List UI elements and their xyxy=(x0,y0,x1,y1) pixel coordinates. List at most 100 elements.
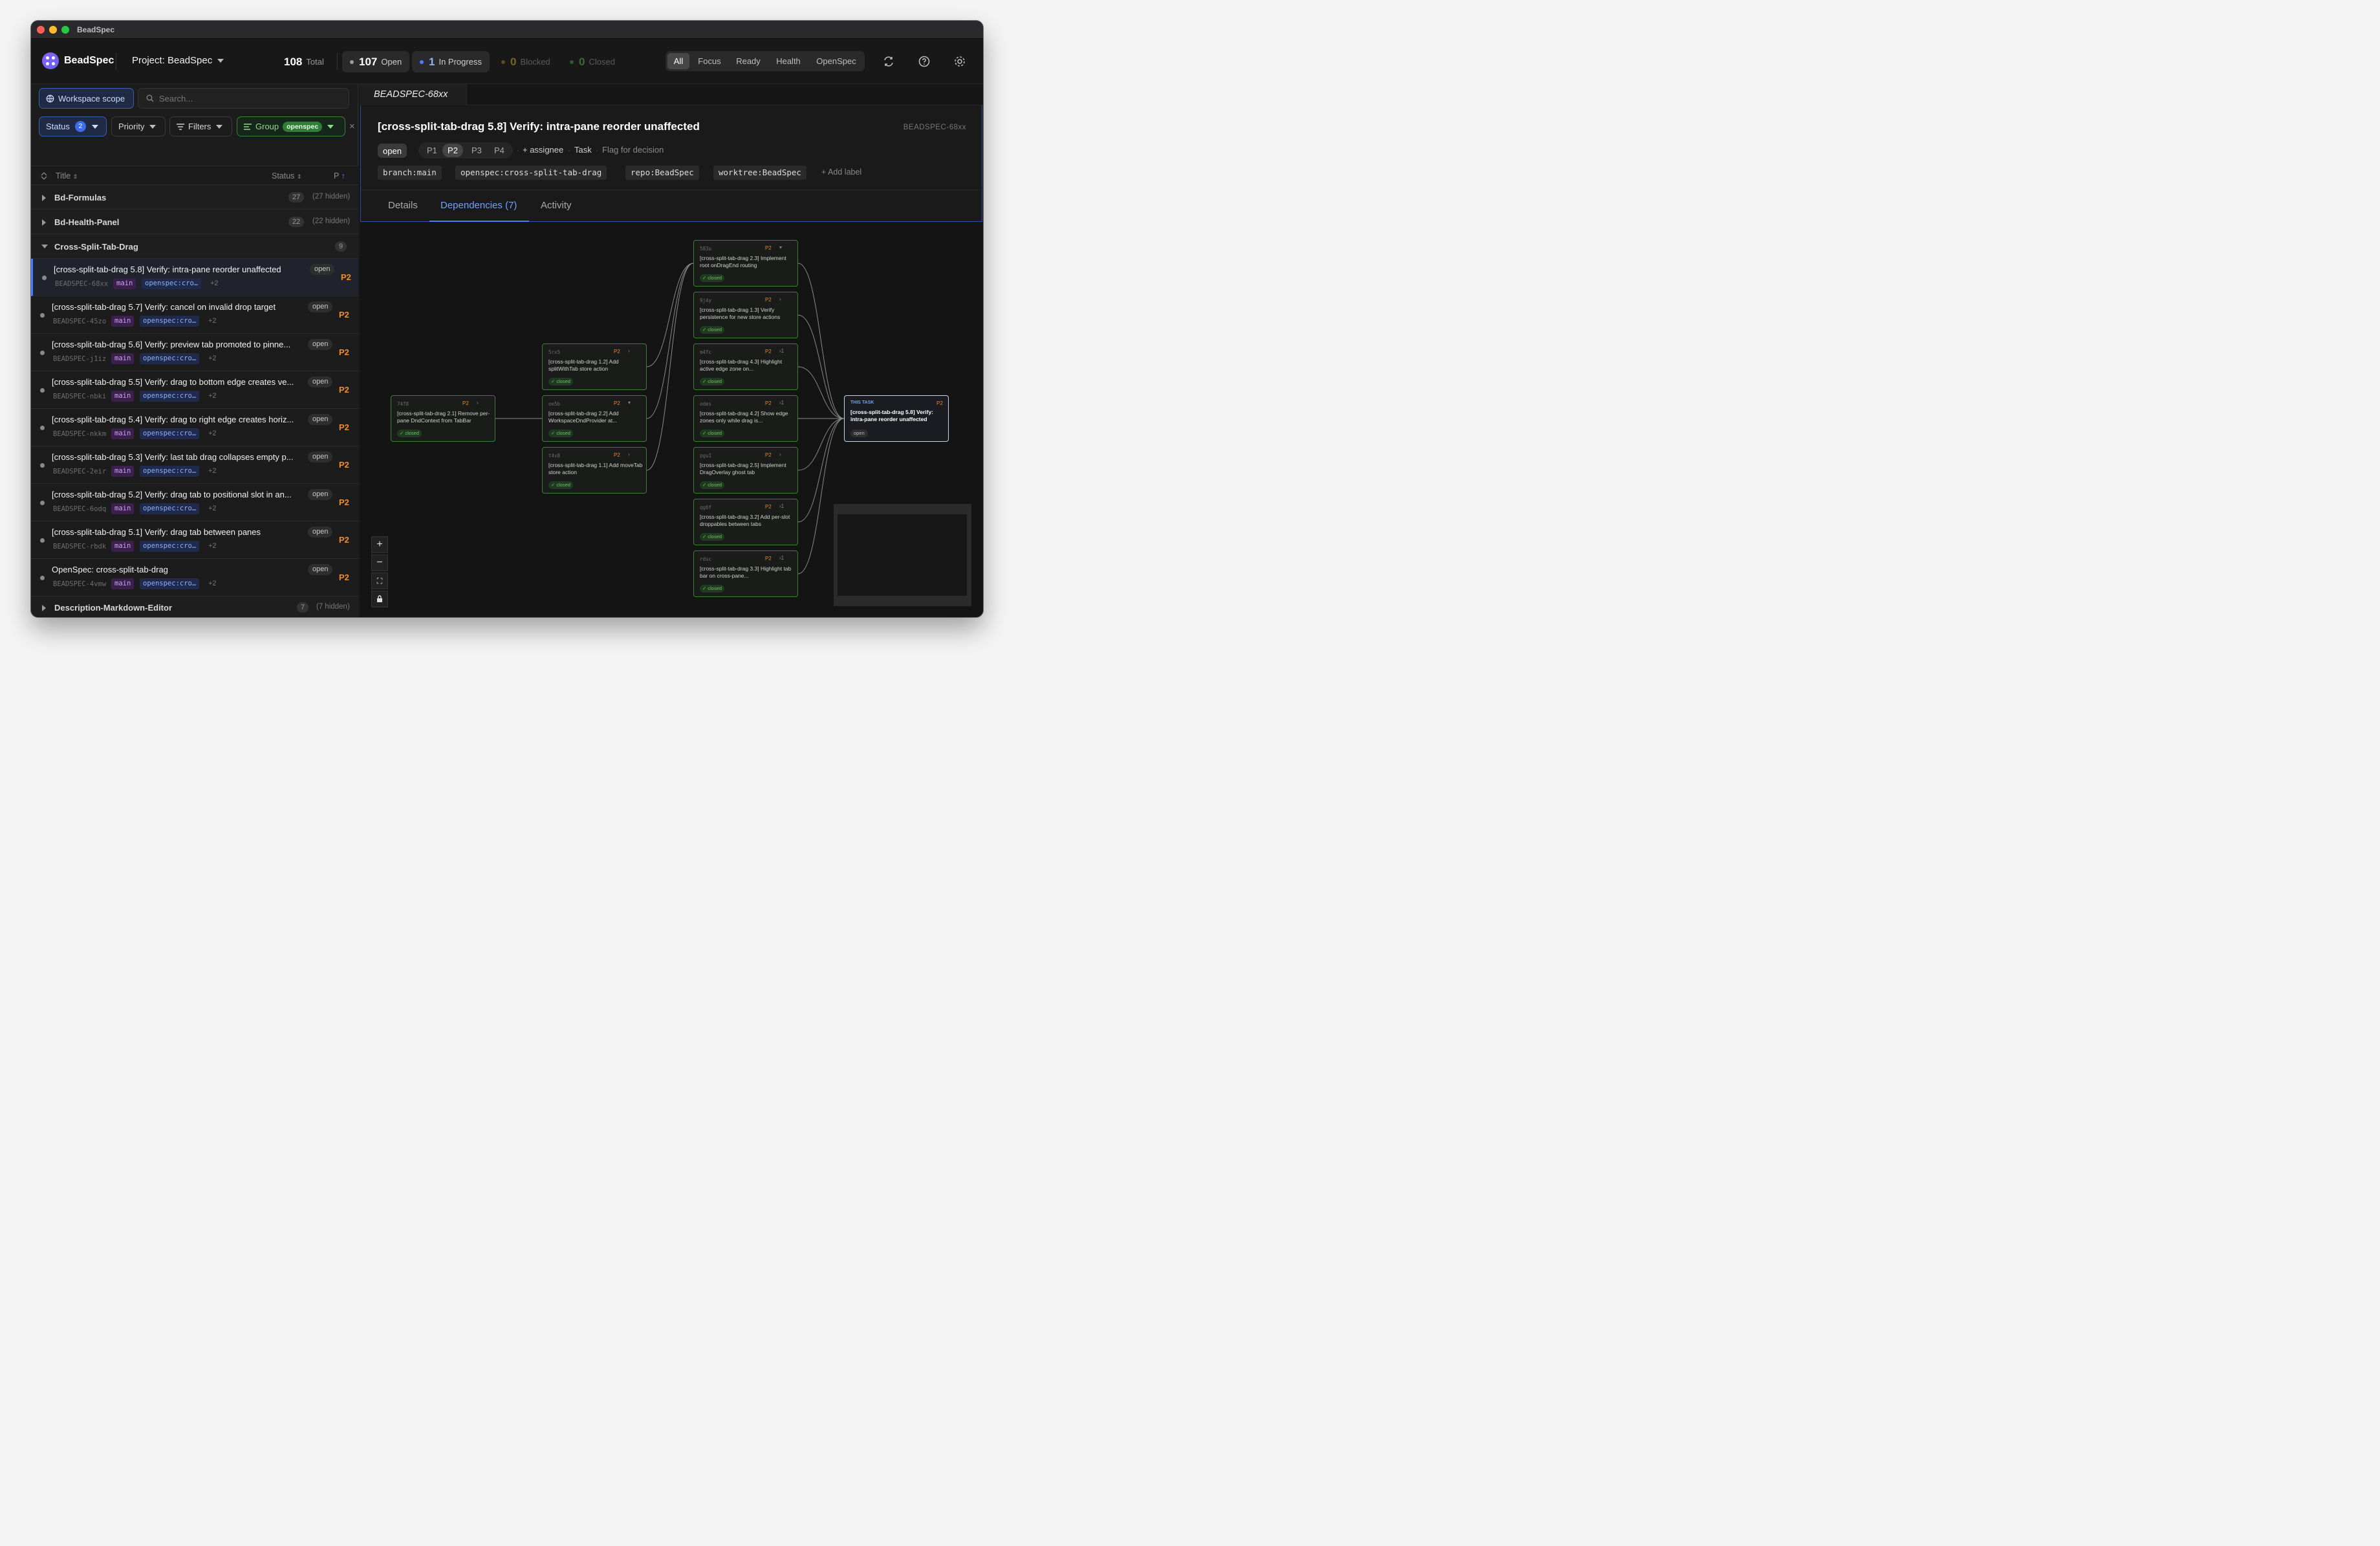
issue-row[interactable]: [cross-split-tab-drag 5.1] Verify: drag … xyxy=(31,521,358,559)
more-labels[interactable]: +2 xyxy=(210,279,219,287)
title-column-header[interactable]: Title ⇕ xyxy=(56,171,78,180)
branch-label[interactable]: main xyxy=(111,353,135,364)
group-header[interactable]: Description-Markdown-Editor 7 (7 hidden) xyxy=(31,595,358,617)
issue-row[interactable]: [cross-split-tab-drag 5.5] Verify: drag … xyxy=(31,371,358,409)
view-ready-button[interactable]: Ready xyxy=(732,53,764,69)
branch-label[interactable]: main xyxy=(111,391,135,402)
issue-row[interactable]: [cross-split-tab-drag 5.6] Verify: previ… xyxy=(31,334,358,371)
openspec-label[interactable]: openspec:cro… xyxy=(140,428,200,439)
blocked-filter-button[interactable]: 0 Blocked xyxy=(493,51,558,72)
settings-icon[interactable] xyxy=(953,54,967,69)
flag-for-decision-button[interactable]: Flag for decision xyxy=(602,145,664,155)
openspec-label[interactable]: openspec:cro… xyxy=(140,353,200,364)
view-focus-button[interactable]: Focus xyxy=(693,53,726,69)
issue-row[interactable]: [cross-split-tab-drag 5.2] Verify: drag … xyxy=(31,484,358,521)
dependency-node[interactable]: 583u P2 ▾ [cross-split-tab-drag 2.3] Implem… xyxy=(693,240,798,287)
graph-minimap[interactable] xyxy=(834,504,971,606)
expand-chevron-icon[interactable]: › xyxy=(779,452,781,457)
expand-chevron-icon[interactable]: ▾ xyxy=(628,400,631,406)
label-openspec[interactable]: openspec:cross-split-tab-drag xyxy=(455,166,607,180)
tab-details[interactable]: Details xyxy=(388,200,418,211)
dependency-node[interactable]: 74f8 P2 › [cross-split-tab-drag 2.1] Remove… xyxy=(391,395,495,442)
more-labels[interactable]: +2 xyxy=(208,505,217,512)
open-filter-button[interactable]: 107 Open xyxy=(342,51,410,72)
expand-chevron-icon[interactable]: › xyxy=(779,296,781,302)
expand-chevron-icon[interactable]: ›1 xyxy=(779,555,784,561)
priority-p4-button[interactable]: P4 xyxy=(494,146,504,155)
openspec-label[interactable]: openspec:cro… xyxy=(140,541,200,552)
priority-p3-button[interactable]: P3 xyxy=(471,146,482,155)
view-all-button[interactable]: All xyxy=(667,53,689,69)
more-labels[interactable]: +2 xyxy=(208,467,217,475)
minimize-window-button[interactable] xyxy=(49,26,57,34)
in-progress-filter-button[interactable]: 1 In Progress xyxy=(412,51,490,72)
branch-label[interactable]: main xyxy=(111,428,135,439)
issue-row[interactable]: [cross-split-tab-drag 5.8] Verify: intra… xyxy=(31,259,358,296)
priority-p2-button[interactable]: P2 xyxy=(442,144,463,157)
group-header[interactable]: Bd-Formulas 27 (27 hidden) xyxy=(31,185,358,210)
issue-row[interactable]: [cross-split-tab-drag 5.7] Verify: cance… xyxy=(31,296,358,334)
expand-chevron-icon[interactable]: ▾ xyxy=(779,245,782,250)
detail-tab[interactable]: BEADSPEC-68xx xyxy=(360,84,467,105)
branch-label[interactable]: main xyxy=(111,316,135,327)
label-repo[interactable]: repo:BeadSpec xyxy=(625,166,699,180)
dependency-node[interactable]: pgu1 P2 › [cross-split-tab-drag 2.5] Implem… xyxy=(693,447,798,494)
zoom-out-icon[interactable]: − xyxy=(371,554,388,571)
type-label[interactable]: Task xyxy=(574,145,592,155)
dependency-node[interactable]: odes P2 ›1 [cross-split-tab-drag 4.2] Show … xyxy=(693,395,798,442)
branch-label[interactable]: main xyxy=(113,278,136,289)
group-header[interactable]: Cross-Split-Tab-Drag 9 xyxy=(31,234,358,259)
more-labels[interactable]: +2 xyxy=(208,580,217,587)
more-labels[interactable]: +2 xyxy=(208,430,217,437)
group-header[interactable]: Bd-Health-Panel 22 (22 hidden) xyxy=(31,210,358,234)
branch-label[interactable]: main xyxy=(111,466,135,477)
expand-chevron-icon[interactable]: › xyxy=(477,400,479,406)
priority-p1-button[interactable]: P1 xyxy=(427,146,437,155)
issue-row[interactable]: OpenSpec: cross-split-tab-drag BEADSPEC-4… xyxy=(31,559,358,596)
dependency-node[interactable]: 9j4y P2 › [cross-split-tab-drag 1.3] Verify… xyxy=(693,292,798,338)
openspec-label[interactable]: openspec:cro… xyxy=(140,503,200,514)
more-labels[interactable]: +2 xyxy=(208,392,217,400)
fit-view-icon[interactable]: ⛶ xyxy=(371,572,388,589)
view-openspec-button[interactable]: OpenSpec xyxy=(812,53,861,69)
dependency-node[interactable]: qg6f P2 ›1 [cross-split-tab-drag 3.2] Add p… xyxy=(693,499,798,545)
status-column-header[interactable]: Status ⇕ xyxy=(272,171,301,180)
view-health-button[interactable]: Health xyxy=(769,53,808,69)
issue-row[interactable]: [cross-split-tab-drag 5.3] Verify: last … xyxy=(31,446,358,484)
status-filter-button[interactable]: Status 2 xyxy=(39,116,107,136)
priority-filter-button[interactable]: Priority xyxy=(111,116,166,136)
clear-group-icon[interactable]: × xyxy=(349,121,355,132)
dependency-graph[interactable]: 74f8 P2 › [cross-split-tab-drag 2.1] Remove… xyxy=(360,222,983,617)
more-labels[interactable]: +2 xyxy=(208,317,217,325)
dependency-node[interactable]: rdsc P2 ›1 [cross-split-tab-drag 3.3] Highl… xyxy=(693,550,798,597)
branch-label[interactable]: main xyxy=(111,578,135,589)
dependency-node[interactable]: t4v8 P2 › [cross-split-tab-drag 1.1] Add mo… xyxy=(542,447,647,494)
sort-icon[interactable] xyxy=(41,172,47,180)
branch-label[interactable]: main xyxy=(111,541,135,552)
openspec-label[interactable]: openspec:cro… xyxy=(140,316,200,327)
branch-label[interactable]: main xyxy=(111,503,135,514)
tab-activity[interactable]: Activity xyxy=(541,200,572,211)
search-input[interactable]: Search... xyxy=(138,88,349,109)
group-by-button[interactable]: Group openspec xyxy=(237,116,345,136)
assignee-button[interactable]: + assignee xyxy=(523,145,563,155)
openspec-label[interactable]: openspec:cro… xyxy=(140,391,200,402)
status-badge[interactable]: open xyxy=(378,144,407,158)
zoom-in-icon[interactable]: + xyxy=(371,536,388,553)
openspec-label[interactable]: openspec:cro… xyxy=(140,466,200,477)
label-worktree[interactable]: worktree:BeadSpec xyxy=(713,166,806,180)
label-branch[interactable]: branch:main xyxy=(378,166,442,180)
expand-chevron-icon[interactable]: ›1 xyxy=(779,400,784,406)
expand-chevron-icon[interactable]: ›1 xyxy=(779,503,784,509)
openspec-label[interactable]: openspec:cro… xyxy=(142,278,202,289)
zoom-window-button[interactable] xyxy=(61,26,69,34)
dependency-node[interactable]: m4fc P2 ›1 [cross-split-tab-drag 4.3] Highl… xyxy=(693,343,798,390)
this-task-node[interactable]: THIS TASK P2 [cross-split-tab-drag 5.8] … xyxy=(844,395,949,442)
tab-dependencies[interactable]: Dependencies (7) xyxy=(440,200,517,211)
openspec-label[interactable]: openspec:cro… xyxy=(140,578,200,589)
more-labels[interactable]: +2 xyxy=(208,354,217,362)
dependency-node[interactable]: 5rx5 P2 › [cross-split-tab-drag 1.2] Add sp… xyxy=(542,343,647,390)
expand-chevron-icon[interactable]: › xyxy=(628,452,630,457)
dependency-node[interactable]: oe5b P2 ▾ [cross-split-tab-drag 2.2] Add Wo… xyxy=(542,395,647,442)
closed-filter-button[interactable]: 0 Closed xyxy=(562,51,623,72)
